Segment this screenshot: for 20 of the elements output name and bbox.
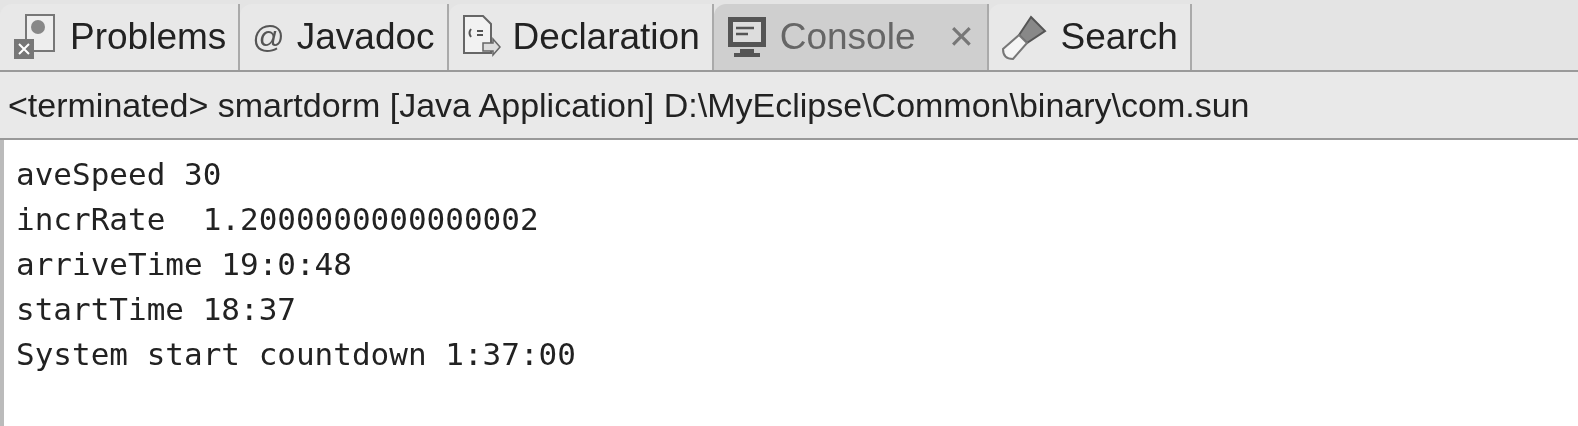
flashlight-icon — [1000, 13, 1049, 61]
problems-icon — [12, 13, 58, 61]
console-line: startTime 18:37 — [16, 290, 296, 329]
tab-label: Declaration — [512, 15, 700, 60]
at-sign-icon: @ — [252, 21, 285, 53]
tab-label: Search — [1060, 15, 1178, 60]
tab[interactable]: Search — [988, 4, 1192, 70]
console-header: <terminated> smartdorm [Java Application] D:\MyEclipse\Common\binary\com.sun — [8, 84, 1250, 126]
tab-label: Javadoc — [296, 15, 435, 60]
console-line: arriveTime 19:0:48 — [16, 245, 352, 284]
console-line: incrRate 1.2000000000000002 — [16, 200, 539, 239]
console-line: aveSpeed 30 — [16, 155, 222, 194]
tab[interactable]: Console ✕ — [713, 4, 989, 70]
console-line: System start countdown 1:37:00 — [16, 335, 576, 374]
tab[interactable]: Declaration — [448, 4, 714, 70]
monitor-icon — [725, 15, 768, 59]
tab[interactable]: @ Javadoc — [240, 4, 449, 70]
tab-label: Console — [779, 15, 916, 60]
tab[interactable]: Problems — [0, 4, 241, 70]
tab-label: Problems — [70, 15, 227, 60]
